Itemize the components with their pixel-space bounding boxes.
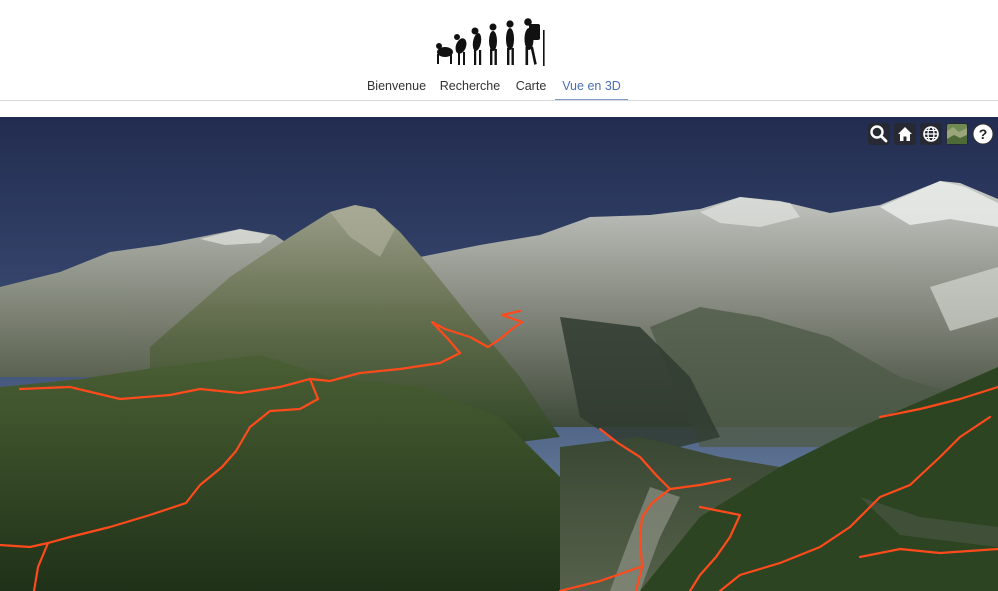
- home-icon[interactable]: [894, 123, 916, 145]
- 3d-globe-viewer[interactable]: ?: [0, 117, 998, 591]
- globe-icon[interactable]: [920, 123, 942, 145]
- human-evolution-hiker-logo[interactable]: [433, 14, 555, 68]
- search-icon[interactable]: [868, 123, 890, 145]
- nav-recherche[interactable]: Recherche: [436, 72, 504, 100]
- nav-bienvenue[interactable]: Bienvenue: [361, 72, 432, 100]
- nav-vue-3d[interactable]: Vue en 3D: [555, 72, 628, 101]
- nav-carte[interactable]: Carte: [509, 72, 553, 100]
- header-divider: [0, 100, 998, 101]
- main-navigation: Bienvenue Recherche Carte Vue en 3D: [0, 72, 998, 101]
- help-icon[interactable]: ?: [972, 123, 994, 145]
- terrain-scene[interactable]: [0, 117, 998, 591]
- viewer-toolbar: ?: [868, 123, 994, 145]
- help-label: ?: [979, 126, 988, 142]
- site-header: Bienvenue Recherche Carte Vue en 3D: [0, 0, 998, 101]
- base-layer-picker-icon[interactable]: [946, 123, 968, 145]
